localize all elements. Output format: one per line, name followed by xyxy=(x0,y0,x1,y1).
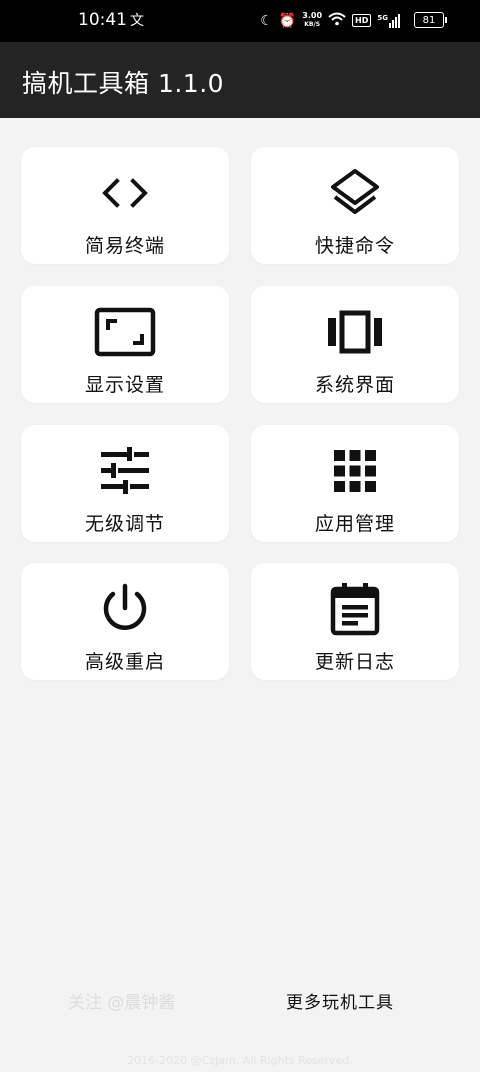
tile-label: 高级重启 xyxy=(84,651,165,673)
status-bar: 10:41 文 ☾ ⏰ 3.00 KB/S HD 5G 81 xyxy=(0,0,480,42)
wifi-icon xyxy=(328,11,346,30)
power-icon xyxy=(21,581,229,637)
calendar-notes-icon xyxy=(251,581,459,637)
code-brackets-icon xyxy=(21,165,229,221)
tile-label: 无级调节 xyxy=(84,513,165,535)
layers-icon xyxy=(251,165,459,221)
tile-label: 简易终端 xyxy=(84,235,165,257)
battery-icon: 81 xyxy=(414,12,447,28)
app-bar: 搞机工具箱 1.1.0 xyxy=(0,42,480,118)
tile-label: 更新日志 xyxy=(314,651,395,673)
hd-badge: HD xyxy=(352,14,372,27)
moon-icon: ☾ xyxy=(260,12,273,29)
tile-simple-terminal[interactable]: 简易终端 xyxy=(21,147,229,264)
tile-display-settings[interactable]: 显示设置 xyxy=(21,286,229,403)
copyright-text: 2016-2020 @CzJam. All Rights Reserved. xyxy=(127,1054,353,1067)
tile-label: 显示设置 xyxy=(84,374,165,396)
more-tools-link[interactable]: 更多玩机工具 xyxy=(286,988,394,1013)
signal-icon: 5G xyxy=(377,13,400,28)
app-title: 搞机工具箱 1.1.0 xyxy=(22,69,225,98)
tile-app-management[interactable]: 应用管理 xyxy=(251,425,459,542)
tile-quick-commands[interactable]: 快捷命令 xyxy=(251,147,459,264)
view-carousel-icon xyxy=(251,304,459,360)
tile-changelog[interactable]: 更新日志 xyxy=(251,563,459,680)
follow-author-link[interactable]: 关注 @晨钟酱 xyxy=(68,988,175,1013)
tune-sliders-icon xyxy=(21,443,229,499)
tile-system-ui[interactable]: 系统界面 xyxy=(251,286,459,403)
status-icons: ☾ ⏰ 3.00 KB/S HD 5G xyxy=(260,11,400,30)
network-speed: 3.00 KB/S xyxy=(302,11,323,29)
apps-grid-icon xyxy=(251,443,459,499)
status-time: 10:41 xyxy=(78,10,127,30)
tile-label: 应用管理 xyxy=(314,513,395,535)
alarm-icon: ⏰ xyxy=(278,12,297,29)
tile-advanced-reboot[interactable]: 高级重启 xyxy=(21,563,229,680)
tile-stepless-adjust[interactable]: 无级调节 xyxy=(21,425,229,542)
tile-label: 系统界面 xyxy=(314,374,395,396)
translate-notification-icon: 文 xyxy=(130,13,144,29)
aspect-ratio-icon xyxy=(21,304,229,360)
battery-level: 81 xyxy=(422,14,436,26)
tile-label: 快捷命令 xyxy=(314,235,395,257)
